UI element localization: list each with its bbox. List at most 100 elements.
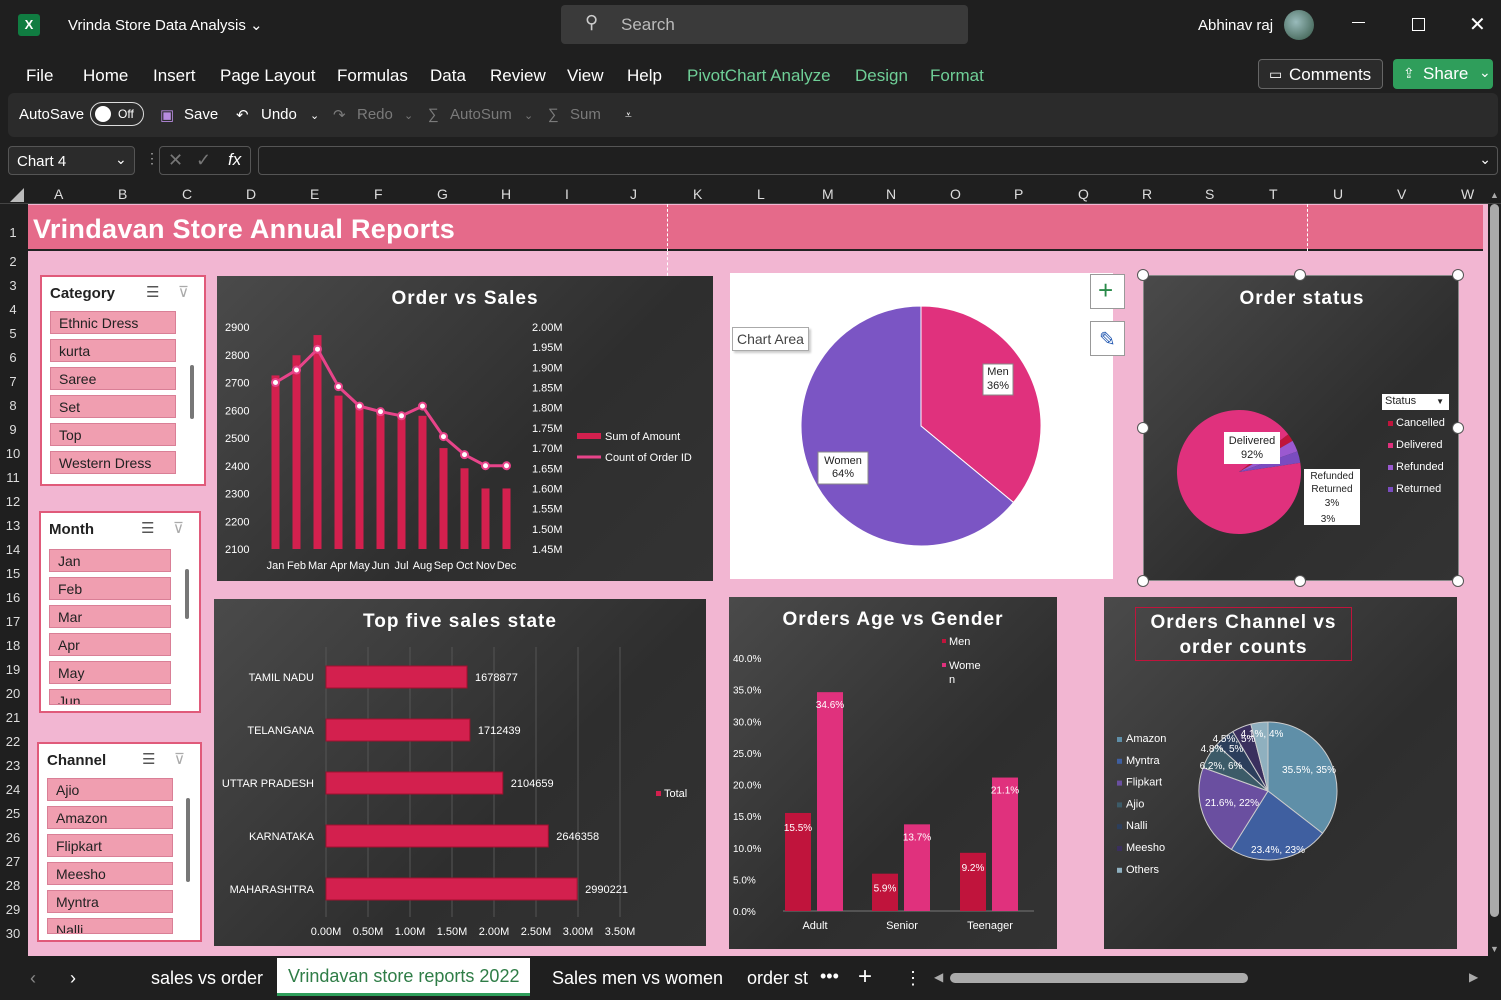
sheet-tab[interactable]: sales vs order xyxy=(151,968,263,989)
column-header[interactable]: H xyxy=(501,186,511,202)
resize-handle[interactable] xyxy=(1452,575,1464,587)
resize-handle[interactable] xyxy=(1294,575,1306,587)
chart-age-vs-gender[interactable]: Orders Age vs Gender 0.0% 5.0% 10.0% 15.0% 2… xyxy=(729,597,1057,949)
maximize-icon[interactable] xyxy=(1412,18,1425,31)
slicer-item[interactable]: Ajio xyxy=(47,778,173,801)
status-filter-button[interactable]: Status ▼ xyxy=(1382,394,1449,410)
column-header[interactable]: T xyxy=(1269,186,1278,202)
row-header[interactable]: 22 xyxy=(0,734,26,749)
menu-pivotchart-analyze[interactable]: PivotChart Analyze xyxy=(687,66,831,86)
chart-styles-button[interactable]: ✎ xyxy=(1090,321,1125,356)
row-header[interactable]: 24 xyxy=(0,782,26,797)
column-header[interactable]: J xyxy=(630,186,637,202)
menu-view[interactable]: View xyxy=(567,66,604,86)
select-all-icon[interactable] xyxy=(10,188,24,202)
row-header[interactable]: 18 xyxy=(0,638,26,653)
menu-data[interactable]: Data xyxy=(430,66,466,86)
resize-handle[interactable] xyxy=(1137,575,1149,587)
minimize-icon[interactable] xyxy=(1352,22,1365,23)
scroll-left-icon[interactable]: ◀ xyxy=(934,970,943,984)
row-header[interactable]: 2 xyxy=(0,254,26,269)
sheet-tab[interactable]: order st xyxy=(747,968,810,989)
resize-handle[interactable] xyxy=(1452,269,1464,281)
column-header[interactable]: K xyxy=(693,186,702,202)
more-icon[interactable]: ⋮ xyxy=(904,968,922,989)
formula-input[interactable]: ⌄ xyxy=(258,146,1498,175)
multi-select-icon[interactable]: ☰ xyxy=(146,283,159,301)
clear-filter-icon[interactable]: ⊽ xyxy=(174,750,185,768)
row-header[interactable]: 5 xyxy=(0,326,26,341)
row-header[interactable]: 26 xyxy=(0,830,26,845)
slicer-item[interactable]: May xyxy=(49,661,171,684)
chevron-down-icon[interactable]: ⌄ xyxy=(115,151,127,168)
menu-formulas[interactable]: Formulas xyxy=(337,66,408,86)
column-header[interactable]: V xyxy=(1397,186,1406,202)
column-header[interactable]: I xyxy=(565,186,569,202)
vertical-scrollbar[interactable]: ▲ ▼ xyxy=(1488,190,1501,956)
row-header[interactable]: 15 xyxy=(0,566,26,581)
workbook-title[interactable]: Vrinda Store Data Analysis ⌄ xyxy=(68,16,263,34)
chart-order-status[interactable]: Order status Delivered 92% Refunded Returne… xyxy=(1143,275,1459,581)
column-header[interactable]: E xyxy=(310,186,319,202)
customize-toolbar-icon[interactable]: ⩡ xyxy=(625,108,632,123)
resize-handle[interactable] xyxy=(1294,269,1306,281)
resize-handle[interactable] xyxy=(1137,422,1149,434)
menu-design[interactable]: Design xyxy=(855,66,908,86)
column-header[interactable]: P xyxy=(1014,186,1023,202)
row-header[interactable]: 9 xyxy=(0,422,26,437)
menu-page-layout[interactable]: Page Layout xyxy=(220,66,315,86)
undo-icon[interactable]: ↶ xyxy=(236,106,249,124)
menu-review[interactable]: Review xyxy=(490,66,546,86)
menu-help[interactable]: Help xyxy=(627,66,662,86)
row-header[interactable]: 14 xyxy=(0,542,26,557)
clear-filter-icon[interactable]: ⊽ xyxy=(178,283,189,301)
close-icon[interactable]: ✕ xyxy=(1469,12,1486,37)
column-header[interactable]: C xyxy=(182,186,192,202)
row-header[interactable]: 1 xyxy=(0,225,26,240)
slicer-channel[interactable]: Channel ☰ ⊽ Ajio Amazon Flipkart Meesho … xyxy=(37,742,202,942)
prev-sheet-icon[interactable]: ‹ xyxy=(30,968,36,989)
comments-button[interactable]: ▭ Comments xyxy=(1258,59,1383,89)
resize-handle[interactable] xyxy=(1137,269,1149,281)
row-header[interactable]: 8 xyxy=(0,398,26,413)
row-header[interactable]: 6 xyxy=(0,350,26,365)
chevron-down-icon[interactable]: ⌄ xyxy=(310,109,319,122)
clear-filter-icon[interactable]: ⊽ xyxy=(173,519,184,537)
slicer-month[interactable]: Month ☰ ⊽ Jan Feb Mar Apr May Jun xyxy=(39,511,201,713)
scroll-right-icon[interactable]: ▶ xyxy=(1469,970,1478,984)
slicer-item[interactable]: Jan xyxy=(49,549,171,572)
row-header[interactable]: 10 xyxy=(0,446,26,461)
insert-function-button[interactable]: fx xyxy=(228,150,241,170)
row-header[interactable]: 7 xyxy=(0,374,26,389)
row-header[interactable]: 17 xyxy=(0,614,26,629)
column-header[interactable]: L xyxy=(757,186,765,202)
row-header[interactable]: 12 xyxy=(0,494,26,509)
row-header[interactable]: 27 xyxy=(0,854,26,869)
column-header[interactable]: O xyxy=(950,186,961,202)
search-box[interactable]: ⚲ Search xyxy=(561,5,968,44)
menu-format[interactable]: Format xyxy=(930,66,984,86)
slicer-item[interactable]: Saree xyxy=(50,367,176,390)
user-name[interactable]: Abhinav raj xyxy=(1198,17,1273,34)
slicer-item[interactable]: Jun xyxy=(49,689,171,705)
slicer-item[interactable]: Meesho xyxy=(47,862,173,885)
scroll-up-icon[interactable]: ▲ xyxy=(1490,190,1499,200)
undo-button[interactable]: Undo xyxy=(261,106,297,123)
slicer-item[interactable]: Apr xyxy=(49,633,171,656)
slicer-category[interactable]: Category ☰ ⊽ Ethnic Dress kurta Saree Se… xyxy=(40,275,206,486)
slicer-item[interactable]: Top xyxy=(50,423,176,446)
row-header[interactable]: 13 xyxy=(0,518,26,533)
chart-order-vs-sales[interactable]: Order vs Sales 2100 2200 2300 2400 2500 2600 2… xyxy=(217,276,713,581)
column-header[interactable]: F xyxy=(374,186,383,202)
row-header[interactable]: 11 xyxy=(0,470,26,485)
slicer-scrollbar[interactable] xyxy=(186,798,190,882)
add-sheet-icon[interactable]: + xyxy=(858,963,872,991)
sheet-tab[interactable]: Sales men vs women xyxy=(552,968,723,989)
column-header[interactable]: N xyxy=(886,186,896,202)
column-header[interactable]: D xyxy=(246,186,256,202)
menu-insert[interactable]: Insert xyxy=(153,66,196,86)
horizontal-scroll-thumb[interactable] xyxy=(950,973,1248,983)
slicer-item[interactable]: Mar xyxy=(49,605,171,628)
row-header[interactable]: 20 xyxy=(0,686,26,701)
multi-select-icon[interactable]: ☰ xyxy=(141,519,154,537)
